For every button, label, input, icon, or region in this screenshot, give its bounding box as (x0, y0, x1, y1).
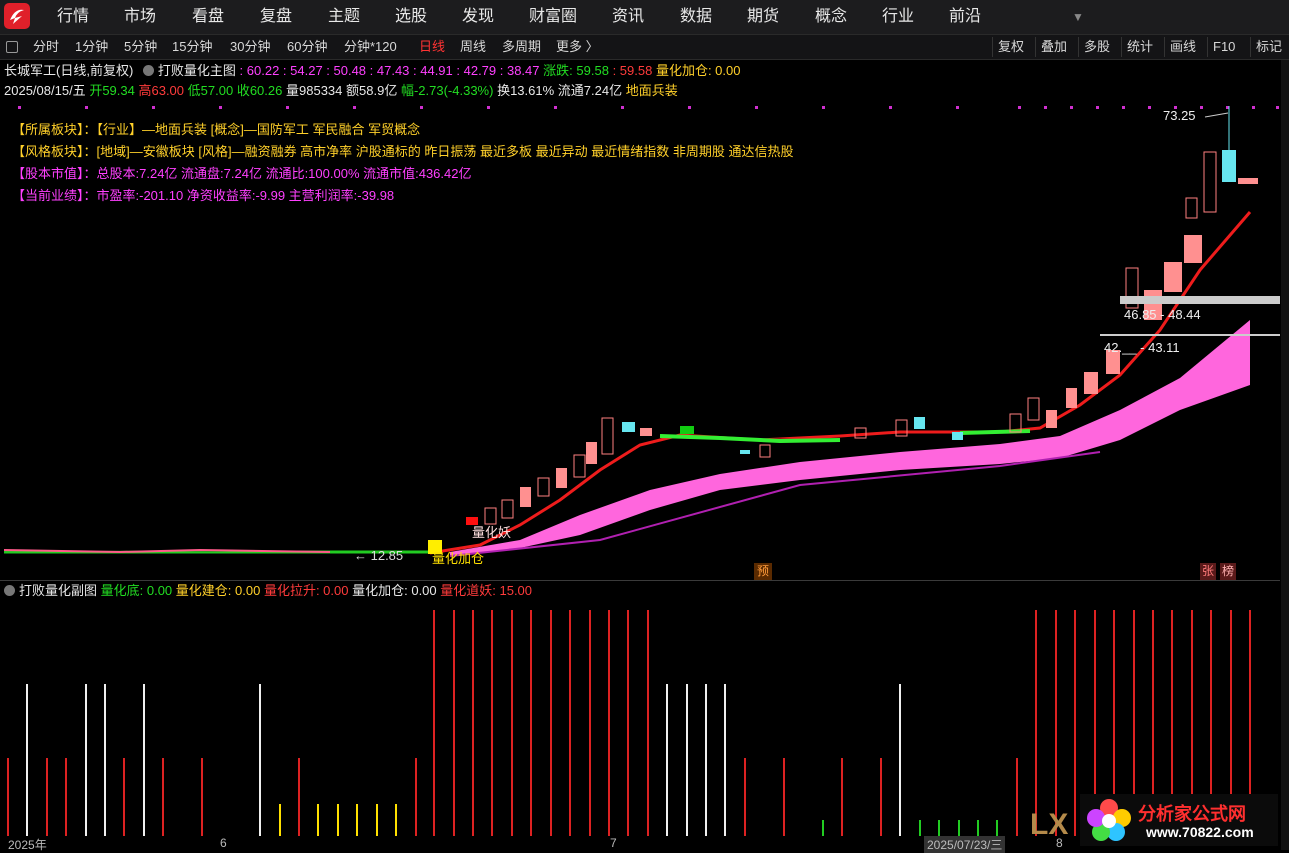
top-nav: 行情 市场 看盘 复盘 主题 选股 发现 财富圈 资讯 数据 期货 概念 行业 … (0, 0, 1289, 35)
period-tab[interactable]: 5分钟 (124, 35, 157, 59)
axis-label: 2025年 (8, 838, 47, 852)
info-performance: 【当前业绩】：市盈率:-201.10 净资收益率:-9.99 主营利润率:-39… (12, 186, 394, 206)
quote-close: 收60.26 (236, 83, 283, 98)
watermark-title: 分析家公式网 (1138, 804, 1246, 824)
period-more[interactable]: 更多 〉 (556, 35, 599, 59)
quote-line: 2025/08/15/五 开59.34 高63.00 低57.00 收60.26… (4, 82, 678, 100)
nav-item[interactable]: 行情 (57, 0, 89, 34)
marker-zhang[interactable]: 张 (1200, 563, 1216, 580)
info-label: 【当前业绩】 (12, 188, 84, 203)
info-label: 【所属板块】 (12, 122, 84, 137)
level2-label: 42.__ - 43.11 (1104, 340, 1180, 355)
low-arrow-label: ← 12.85 (354, 548, 404, 563)
tag-yao: 量化妖 (472, 525, 512, 540)
axis-label: 7 (610, 836, 617, 850)
indicator-values: : 60.22 : 54.27 : 50.48 : 47.43 : 44.91 … (239, 63, 540, 78)
period-tab-active[interactable]: 日线 (419, 35, 445, 59)
level1-label: 46.85 - 48.44 (1124, 307, 1201, 322)
period-tab[interactable]: 分时 (33, 35, 59, 59)
tag-jiacang: 量化加仓 (432, 551, 485, 566)
info-text: ：总股本:7.24亿 流通盘:7.24亿 流通比:100.00% 流通市值:43… (83, 166, 472, 181)
zhangdie-label: 涨跌: (543, 63, 573, 78)
info-label: 【风格板块】 (12, 144, 84, 159)
lx-mark: LX (1030, 808, 1069, 841)
app-logo-icon[interactable] (4, 3, 30, 29)
quote-open: 开59.34 (89, 83, 135, 98)
watermark-url: www.70822.com (1146, 824, 1254, 840)
stock-name[interactable]: 长城军工(日线,前复权) (4, 63, 133, 78)
period-tab[interactable]: 1分钟 (75, 35, 108, 59)
period-toolbar: 分时 1分钟 5分钟 15分钟 30分钟 60分钟 分钟*120 日线 周线 多… (0, 35, 1289, 60)
vertical-scrollbar[interactable] (1281, 60, 1289, 850)
nav-item[interactable]: 数据 (680, 0, 712, 34)
zhangdie-value2: : 59.58 (612, 63, 653, 78)
nav-item[interactable]: 市场 (124, 0, 156, 34)
quote-low: 低57.00 (187, 83, 234, 98)
flower-logo-icon (1087, 799, 1131, 841)
info-sector: 【所属板块】：【行业】—地面兵装 [概念]—国防军工 军民融合 军贸概念 (12, 120, 420, 140)
quote-date: 2025/08/15/五 (4, 83, 86, 98)
quote-volume: 量985334 (286, 83, 343, 98)
nav-item[interactable]: 行业 (882, 0, 914, 34)
toolbar-button[interactable]: 叠加 (1035, 37, 1072, 57)
lhjc-value: 量化加仓: 0.00 (655, 63, 741, 78)
sub-value: 量化拉升: 0.00 (263, 583, 349, 598)
toolbar-button[interactable]: 多股 (1078, 37, 1115, 57)
indicator-name[interactable]: 打败量化主图 (158, 63, 236, 78)
sub-value: 量化底: 0.00 (100, 583, 173, 598)
nav-item[interactable]: 期货 (747, 0, 779, 34)
quote-float: 流通7.24亿 (557, 83, 623, 98)
axis-label: 6 (220, 836, 227, 850)
pane-divider[interactable] (0, 580, 1280, 581)
nav-more-chevron-icon[interactable]: ▼ (1072, 0, 1084, 34)
panel-toggle-icon[interactable] (6, 41, 18, 53)
nav-item[interactable]: 复盘 (260, 0, 292, 34)
marker-yu[interactable]: 预 (754, 563, 772, 580)
nav-item[interactable]: 资讯 (612, 0, 644, 34)
watermark-logo: 分析家公式网 www.70822.com (1080, 794, 1278, 846)
nav-item[interactable]: 财富圈 (529, 0, 577, 34)
marker-bang[interactable]: 榜 (1220, 563, 1236, 580)
info-style: 【风格板块】：[地域]—安徽板块 [风格]—融资融券 高市净率 沪股通标的 昨日… (12, 142, 793, 162)
nav-item[interactable]: 主题 (328, 0, 360, 34)
peak-label: 73.25 (1163, 108, 1196, 123)
info-text: ：【行业】—地面兵装 [概念]—国防军工 军民融合 军贸概念 (83, 122, 421, 137)
sub-value: 量化道妖: 15.00 (440, 583, 533, 598)
sub-indicator-name[interactable]: 打败量化副图 (19, 583, 97, 598)
quote-industry: 地面兵装 (625, 83, 678, 98)
toolbar-button[interactable]: 画线 (1164, 37, 1201, 57)
nav-item[interactable]: 前沿 (949, 0, 981, 34)
sub-value: 量化加仓: 0.00 (352, 583, 437, 598)
period-tab[interactable]: 60分钟 (287, 35, 327, 59)
sub-value: 量化建仓: 0.00 (175, 583, 261, 598)
toolbar-button[interactable]: 标记 (1250, 37, 1289, 57)
info-text: ：[地域]—安徽板块 [风格]—融资融券 高市净率 沪股通标的 昨日振荡 最近多… (83, 144, 794, 159)
period-tab[interactable]: 周线 (460, 35, 486, 59)
chart-header: 长城军工(日线,前复权) 打败量化主图 : 60.22 : 54.27 : 50… (4, 62, 740, 80)
period-tab[interactable]: 15分钟 (172, 35, 212, 59)
nav-item[interactable]: 发现 (462, 0, 494, 34)
quote-range: 幅-2.73(-4.33%) (400, 83, 494, 98)
toolbar-button[interactable]: 统计 (1121, 37, 1158, 57)
period-tab[interactable]: 30分钟 (230, 35, 270, 59)
axis-crosshair-date: 2025/07/23/三 (924, 836, 1006, 853)
nav-item[interactable]: 概念 (815, 0, 847, 34)
quote-high: 高63.00 (138, 83, 185, 98)
info-text: ：市盈率:-201.10 净资收益率:-9.99 主营利润率:-39.98 (83, 188, 395, 203)
info-capital: 【股本市值】：总股本:7.24亿 流通盘:7.24亿 流通比:100.00% 流… (12, 164, 472, 184)
info-label: 【股本市值】 (12, 166, 84, 181)
nav-item[interactable]: 选股 (395, 0, 427, 34)
indicator-menu-icon[interactable] (142, 65, 154, 76)
sub-chart-header: 打败量化副图 量化底: 0.00 量化建仓: 0.00 量化拉升: 0.00 量… (4, 582, 532, 600)
period-tab[interactable]: 分钟*120 (344, 35, 397, 59)
sub-indicator-menu-icon[interactable] (4, 585, 15, 596)
zhangdie-value: 59.58 (576, 63, 609, 78)
period-tab[interactable]: 多周期 (502, 35, 541, 59)
nav-item[interactable]: 看盘 (192, 0, 224, 34)
quote-amount: 额58.9亿 (346, 83, 398, 98)
quote-turnover: 换13.61% (497, 83, 555, 98)
toolbar-button[interactable]: 复权 (992, 37, 1029, 57)
toolbar-button[interactable]: F10 (1207, 37, 1240, 57)
